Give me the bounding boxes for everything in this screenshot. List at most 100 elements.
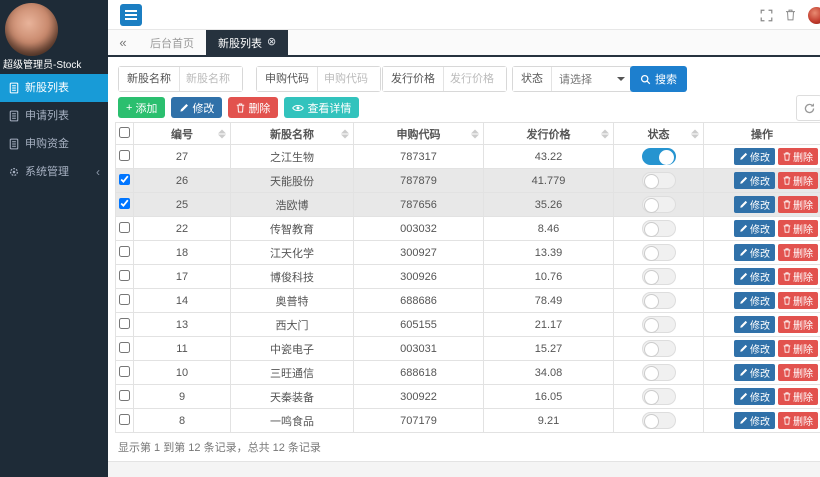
status-toggle[interactable] [642, 196, 676, 213]
row-checkbox[interactable] [119, 222, 130, 233]
row-checkbox[interactable] [119, 414, 130, 425]
row-checkbox[interactable] [119, 270, 130, 281]
status-toggle[interactable] [642, 244, 676, 261]
status-select-value: 请选择 [559, 71, 592, 87]
tab-new-stock-list[interactable]: 新股列表 ⊗ [206, 30, 288, 55]
row-checkbox[interactable] [119, 174, 130, 185]
search-button[interactable]: 搜索 [630, 66, 687, 92]
sidebar-item-label: 系统管理 [25, 158, 69, 186]
row-delete-button[interactable]: 删除 [778, 412, 818, 429]
row-checkbox[interactable] [119, 390, 130, 401]
status-toggle[interactable] [642, 316, 676, 333]
row-delete-button[interactable]: 删除 [778, 172, 818, 189]
row-edit-label: 修改 [750, 341, 770, 356]
sidebar-item-apply-list[interactable]: 申请列表 [0, 102, 108, 130]
cell-id: 10 [134, 361, 231, 385]
row-edit-button[interactable]: 修改 [734, 340, 775, 357]
row-delete-button[interactable]: 删除 [778, 364, 818, 381]
row-edit-button[interactable]: 修改 [734, 364, 775, 381]
status-select[interactable]: 请选择 [552, 67, 632, 91]
status-toggle[interactable] [642, 172, 676, 189]
list-icon [8, 82, 20, 94]
status-toggle[interactable] [642, 292, 676, 309]
column-header[interactable]: 申购代码 [354, 123, 484, 145]
sidebar-item-label: 申请列表 [25, 102, 69, 130]
status-toggle[interactable] [642, 220, 676, 237]
row-delete-button[interactable]: 删除 [778, 244, 818, 261]
pencil-icon [739, 200, 748, 209]
tabs-collapse-icon[interactable]: « [108, 30, 138, 55]
row-checkbox[interactable] [119, 294, 130, 305]
table-row: 18 江天化学 300927 13.39 修改 删除 [116, 241, 820, 265]
sidebar-item-system-management[interactable]: 系统管理 ‹ [0, 158, 108, 186]
row-checkbox[interactable] [119, 318, 130, 329]
subscription-code-input[interactable] [318, 67, 380, 91]
row-edit-button[interactable]: 修改 [734, 316, 775, 333]
pencil-icon [739, 152, 748, 161]
trash-icon[interactable] [785, 9, 796, 21]
tab-home[interactable]: 后台首页 [138, 30, 206, 55]
cell-name: 天秦装备 [231, 385, 354, 409]
row-delete-button[interactable]: 删除 [778, 388, 818, 405]
view-detail-button[interactable]: 查看详情 [284, 97, 359, 118]
sidebar-item-subscription-funds[interactable]: 申购资金 [0, 130, 108, 158]
trash-icon [783, 272, 791, 281]
refresh-button[interactable] [796, 95, 820, 121]
row-edit-button[interactable]: 修改 [734, 292, 775, 309]
fullscreen-icon[interactable] [760, 9, 773, 22]
row-delete-button[interactable]: 删除 [778, 196, 818, 213]
select-all-checkbox[interactable] [119, 127, 130, 138]
row-edit-button[interactable]: 修改 [734, 244, 775, 261]
row-edit-button[interactable]: 修改 [734, 172, 775, 189]
row-delete-button[interactable]: 删除 [778, 220, 818, 237]
row-checkbox[interactable] [119, 198, 130, 209]
sidebar-item-new-stock-list[interactable]: 新股列表 [0, 74, 108, 102]
column-header[interactable]: 发行价格 [484, 123, 614, 145]
status-toggle[interactable] [642, 364, 676, 381]
tab-close-icon[interactable]: ⊗ [267, 37, 276, 48]
sort-icon[interactable] [691, 129, 699, 138]
column-header[interactable]: 新股名称 [231, 123, 354, 145]
sidebar-menu: 新股列表 申请列表 申购资金 系统管理 ‹ [0, 74, 108, 186]
row-edit-button[interactable]: 修改 [734, 148, 775, 165]
row-delete-button[interactable]: 删除 [778, 148, 818, 165]
sort-icon[interactable] [341, 129, 349, 138]
issue-price-input[interactable] [444, 67, 506, 91]
row-edit-button[interactable]: 修改 [734, 268, 775, 285]
status-toggle[interactable] [642, 388, 676, 405]
row-edit-button[interactable]: 修改 [734, 388, 775, 405]
sidebar-toggle-button[interactable] [120, 4, 142, 26]
sort-icon[interactable] [601, 129, 609, 138]
row-checkbox[interactable] [119, 366, 130, 377]
status-toggle[interactable] [642, 268, 676, 285]
cell-id: 17 [134, 265, 231, 289]
sort-icon[interactable] [218, 129, 226, 138]
row-delete-button[interactable]: 删除 [778, 292, 818, 309]
new-stock-name-input[interactable] [180, 67, 242, 91]
column-header[interactable]: 编号 [134, 123, 231, 145]
status-toggle[interactable] [642, 412, 676, 429]
sort-icon[interactable] [471, 129, 479, 138]
cell-code: 787317 [354, 145, 484, 169]
row-edit-button[interactable]: 修改 [734, 412, 775, 429]
search-icon [640, 74, 651, 85]
row-checkbox[interactable] [119, 342, 130, 353]
row-edit-button[interactable]: 修改 [734, 220, 775, 237]
pencil-icon [739, 248, 748, 257]
table-header-row: 编号新股名称申购代码发行价格状态操作 [116, 123, 820, 145]
column-header[interactable]: 状态 [614, 123, 704, 145]
row-delete-button[interactable]: 删除 [778, 268, 818, 285]
row-delete-button[interactable]: 删除 [778, 316, 818, 333]
status-toggle[interactable] [642, 148, 676, 165]
row-delete-button[interactable]: 删除 [778, 340, 818, 357]
delete-button[interactable]: 删除 [228, 97, 278, 118]
user-mini-avatar[interactable] [808, 7, 820, 24]
user-avatar[interactable] [5, 3, 58, 56]
row-edit-button[interactable]: 修改 [734, 196, 775, 213]
row-checkbox[interactable] [119, 246, 130, 257]
row-checkbox[interactable] [119, 150, 130, 161]
status-toggle[interactable] [642, 340, 676, 357]
edit-button[interactable]: 修改 [171, 97, 222, 118]
add-button[interactable]: + 添加 [118, 97, 165, 118]
chevron-left-icon[interactable]: ‹ [96, 158, 100, 186]
